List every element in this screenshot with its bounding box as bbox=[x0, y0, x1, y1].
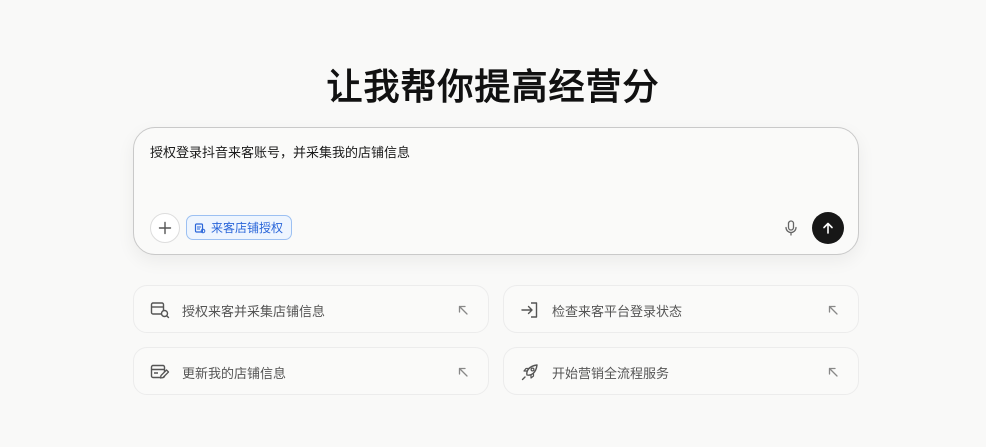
microphone-icon bbox=[785, 220, 797, 236]
store-search-icon bbox=[150, 302, 170, 319]
store-icon bbox=[194, 222, 206, 233]
suggestion-card[interactable]: 更新我的店铺信息 bbox=[133, 347, 489, 395]
arrow-up-left-icon bbox=[458, 305, 468, 315]
suggestion-label: 开始营销全流程服务 bbox=[552, 367, 670, 382]
arrow-up-icon bbox=[823, 222, 833, 234]
suggestion-label: 更新我的店铺信息 bbox=[182, 367, 287, 382]
suggestion-card[interactable]: 授权来客并采集店铺信息 bbox=[133, 285, 489, 333]
page: 让我帮你提高经营分 授权登录抖音来客账号，并采集我的店铺信息 来客店铺授权 授权… bbox=[0, 0, 986, 447]
store-auth-chip-label: 来客店铺授权 bbox=[211, 221, 284, 235]
send-button[interactable] bbox=[812, 212, 844, 244]
rocket-icon bbox=[521, 364, 538, 381]
add-attachment-button[interactable] bbox=[150, 213, 180, 243]
suggestion-card[interactable]: 检查来客平台登录状态 bbox=[503, 285, 859, 333]
arrow-up-left-icon bbox=[828, 305, 838, 315]
voice-input-button[interactable] bbox=[782, 219, 800, 237]
plus-icon bbox=[158, 221, 172, 235]
chat-input[interactable]: 授权登录抖音来客账号，并采集我的店铺信息 bbox=[150, 142, 410, 161]
page-title: 让我帮你提高经营分 bbox=[326, 66, 660, 108]
store-edit-icon bbox=[150, 364, 170, 379]
arrow-up-left-icon bbox=[828, 367, 838, 377]
login-icon bbox=[521, 302, 538, 318]
arrow-up-left-icon bbox=[458, 367, 468, 377]
suggestion-card[interactable]: 开始营销全流程服务 bbox=[503, 347, 859, 395]
store-auth-chip[interactable]: 来客店铺授权 bbox=[186, 215, 293, 240]
suggestion-label: 检查来客平台登录状态 bbox=[552, 305, 683, 320]
chat-composer[interactable]: 授权登录抖音来客账号，并采集我的店铺信息 来客店铺授权 bbox=[133, 127, 859, 255]
suggestion-label: 授权来客并采集店铺信息 bbox=[182, 305, 326, 320]
